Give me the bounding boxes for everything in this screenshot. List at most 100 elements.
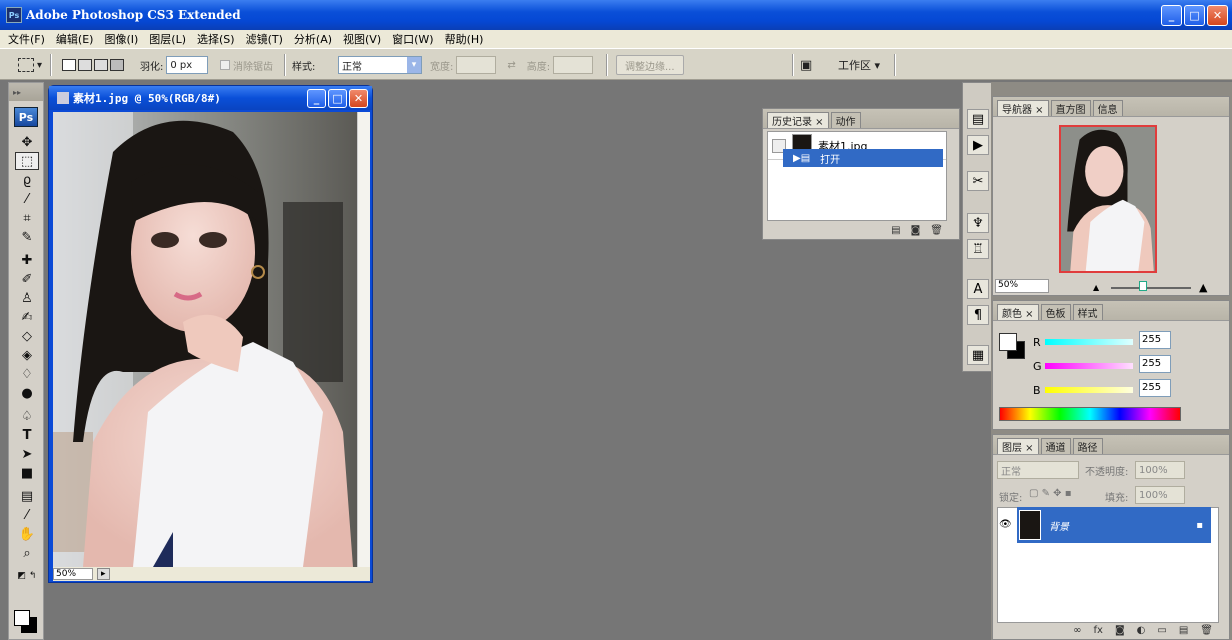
- eyedropper-tool-icon[interactable]: ⁄: [15, 506, 39, 524]
- zoom-tool-icon[interactable]: ⌕: [15, 544, 39, 562]
- folder-icon[interactable]: ▭: [1157, 625, 1166, 636]
- default-colors-icon[interactable]: ◩ ↰: [15, 567, 39, 585]
- move-tool-icon[interactable]: ✥: [15, 133, 39, 151]
- menu-file[interactable]: 文件(F): [8, 31, 45, 47]
- history-step-open[interactable]: ▶▤ 打开: [783, 149, 943, 167]
- menu-analysis[interactable]: 分析(A): [294, 31, 332, 47]
- style-select[interactable]: 正常 ▾: [338, 56, 422, 74]
- clone-source-icon[interactable]: ♖: [967, 239, 989, 259]
- selection-mode-icons[interactable]: [62, 49, 124, 81]
- blur-tool-icon[interactable]: ♢: [15, 365, 39, 383]
- tab-channels[interactable]: 通道: [1040, 438, 1071, 454]
- type-tool-icon[interactable]: T: [15, 426, 39, 444]
- layer-comps-icon[interactable]: ▦: [967, 345, 989, 365]
- slice-tool-icon[interactable]: ✎: [15, 228, 39, 246]
- blue-value[interactable]: 255: [1139, 379, 1171, 397]
- minimize-button[interactable]: _: [1161, 5, 1182, 26]
- tab-layers[interactable]: 图层 ×: [997, 438, 1039, 454]
- new-snapshot-icon[interactable]: ◙: [911, 225, 921, 236]
- feather-input[interactable]: 0 px: [166, 56, 209, 74]
- doc-maximize-button[interactable]: □: [328, 89, 347, 108]
- history-brush-tool-icon[interactable]: ✍: [15, 308, 39, 326]
- tab-info[interactable]: 信息: [1092, 100, 1123, 116]
- brush-tool-icon[interactable]: ✐: [15, 270, 39, 288]
- brushes-dock-icon[interactable]: ♆: [967, 213, 989, 233]
- character-icon[interactable]: A: [967, 279, 989, 299]
- bridge-icon[interactable]: ▣: [800, 49, 812, 81]
- red-value[interactable]: 255: [1139, 331, 1171, 349]
- doc-minimize-button[interactable]: _: [307, 89, 326, 108]
- blend-mode-select[interactable]: 正常: [997, 461, 1079, 479]
- green-value[interactable]: 255: [1139, 355, 1171, 373]
- navigator-zoom-slider[interactable]: [1111, 287, 1191, 289]
- zoom-in-icon[interactable]: ▲: [1199, 281, 1207, 294]
- document-vertical-scrollbar[interactable]: [357, 112, 370, 567]
- menu-layer[interactable]: 图层(L): [149, 31, 186, 47]
- menu-window[interactable]: 窗口(W): [392, 31, 433, 47]
- layer-row-background[interactable]: 背景 ▪: [1017, 507, 1211, 543]
- tab-actions[interactable]: 动作: [830, 112, 861, 128]
- hand-tool-icon[interactable]: ✋: [15, 525, 39, 543]
- color-foreground-swatch[interactable]: [999, 333, 1017, 351]
- dodge-tool-icon[interactable]: ●: [15, 384, 39, 402]
- fx-icon[interactable]: fx: [1094, 625, 1103, 636]
- link-icon[interactable]: ∞: [1073, 625, 1081, 636]
- actions-dock-icon[interactable]: ▶: [967, 135, 989, 155]
- mask-icon[interactable]: ◙: [1115, 625, 1125, 636]
- toolbox-grip-icon[interactable]: ▸▸: [9, 83, 43, 101]
- menu-image[interactable]: 图像(I): [104, 31, 138, 47]
- lock-icons[interactable]: ▢ ✎ ✥ ▪: [1029, 488, 1072, 499]
- eye-icon[interactable]: 👁: [999, 519, 1012, 530]
- pen-tool-icon[interactable]: ♤: [15, 407, 39, 425]
- color-spectrum-ramp[interactable]: [999, 407, 1181, 421]
- paragraph-icon[interactable]: ¶: [967, 305, 989, 325]
- menu-filter[interactable]: 滤镜(T): [246, 31, 283, 47]
- zoom-slider-thumb[interactable]: [1139, 281, 1147, 291]
- tab-color[interactable]: 颜色 ×: [997, 304, 1039, 320]
- menu-select[interactable]: 选择(S): [197, 31, 235, 47]
- tab-history[interactable]: 历史记录 ×: [767, 112, 829, 128]
- menu-view[interactable]: 视图(V): [343, 31, 381, 47]
- adjustment-icon[interactable]: ◐: [1137, 625, 1146, 636]
- new-document-icon[interactable]: ▤: [891, 225, 900, 236]
- navigator-preview[interactable]: [1059, 125, 1157, 273]
- tab-navigator[interactable]: 导航器 ×: [997, 100, 1049, 116]
- image-canvas[interactable]: [53, 112, 357, 567]
- lasso-tool-icon[interactable]: ϱ: [15, 171, 39, 189]
- menu-help[interactable]: 帮助(H): [445, 31, 484, 47]
- doc-close-button[interactable]: ✕: [349, 89, 368, 108]
- marquee-tool-icon[interactable]: ⬚: [15, 152, 39, 170]
- workspace-button[interactable]: 工作区 ▾: [838, 49, 880, 81]
- eraser-tool-icon[interactable]: ◇: [15, 327, 39, 345]
- zoom-out-icon[interactable]: ▲: [1093, 283, 1099, 292]
- menu-edit[interactable]: 编辑(E): [56, 31, 94, 47]
- status-menu-icon[interactable]: ▸: [97, 568, 110, 580]
- magic-wand-tool-icon[interactable]: ⁄: [15, 190, 39, 208]
- paint-bucket-tool-icon[interactable]: ◈: [15, 346, 39, 364]
- tool-presets-icon[interactable]: ✂: [967, 171, 989, 191]
- opacity-field[interactable]: 100%: [1135, 461, 1185, 479]
- green-slider[interactable]: [1045, 363, 1133, 369]
- trash-icon[interactable]: 🗑: [930, 225, 943, 236]
- foreground-color-swatch[interactable]: [14, 610, 30, 626]
- new-layer-icon[interactable]: ▤: [1179, 625, 1188, 636]
- tab-paths[interactable]: 路径: [1072, 438, 1103, 454]
- document-zoom-field[interactable]: 50%: [53, 568, 93, 580]
- tab-histogram[interactable]: 直方图: [1050, 100, 1091, 116]
- path-selection-tool-icon[interactable]: ➤: [15, 445, 39, 463]
- close-button[interactable]: ✕: [1207, 5, 1228, 26]
- refine-edge-button[interactable]: 调整边缘...: [616, 55, 684, 75]
- height-input[interactable]: [553, 56, 594, 74]
- crop-tool-icon[interactable]: ⌗: [15, 209, 39, 227]
- notes-tool-icon[interactable]: ▤: [15, 487, 39, 505]
- navigator-zoom-field[interactable]: 50%: [995, 279, 1049, 293]
- width-input[interactable]: [456, 56, 497, 74]
- maximize-button[interactable]: □: [1184, 5, 1205, 26]
- antialias-checkbox[interactable]: [220, 60, 230, 70]
- clone-stamp-tool-icon[interactable]: ♙: [15, 289, 39, 307]
- healing-brush-tool-icon[interactable]: ✚: [15, 251, 39, 269]
- tab-swatches[interactable]: 色板: [1040, 304, 1071, 320]
- delete-layer-icon[interactable]: 🗑: [1200, 625, 1213, 636]
- swap-icon[interactable]: ⇄: [507, 60, 515, 71]
- tab-styles[interactable]: 样式: [1072, 304, 1103, 320]
